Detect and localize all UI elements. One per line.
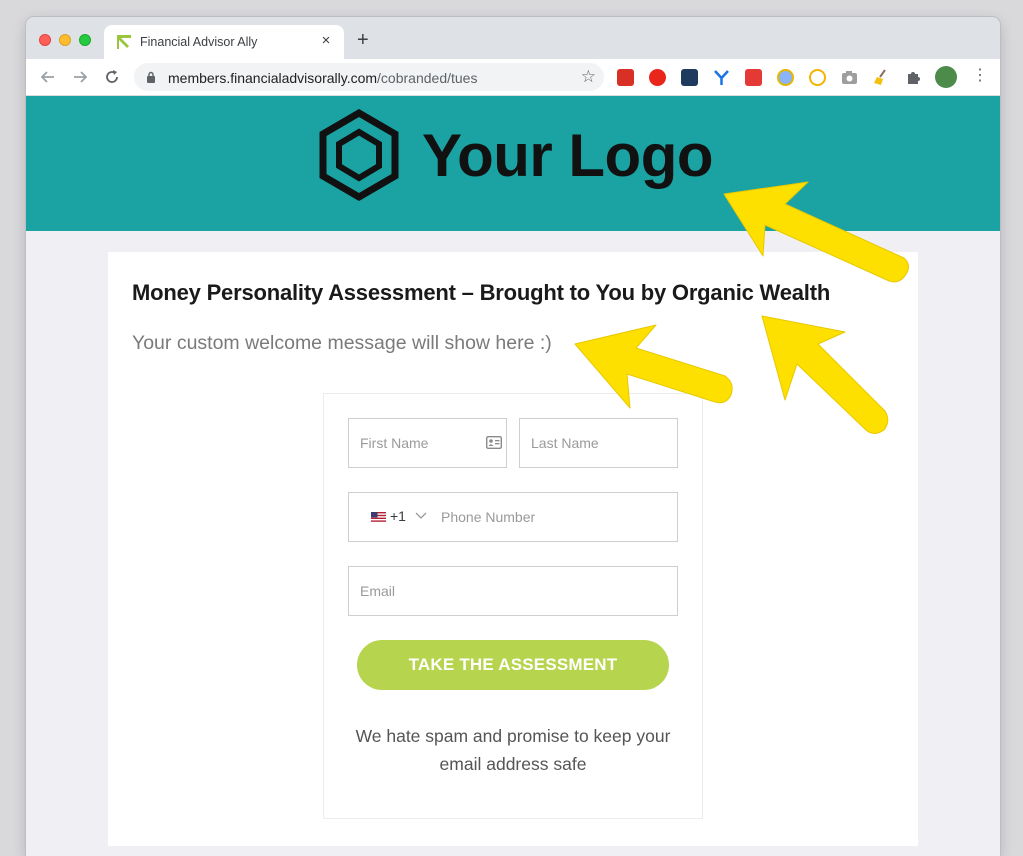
arrow-to-welcome-icon — [574, 324, 733, 409]
annotation-arrows — [574, 181, 909, 434]
arrow-to-headline-icon — [761, 315, 889, 434]
arrow-to-logo-icon — [723, 181, 909, 283]
